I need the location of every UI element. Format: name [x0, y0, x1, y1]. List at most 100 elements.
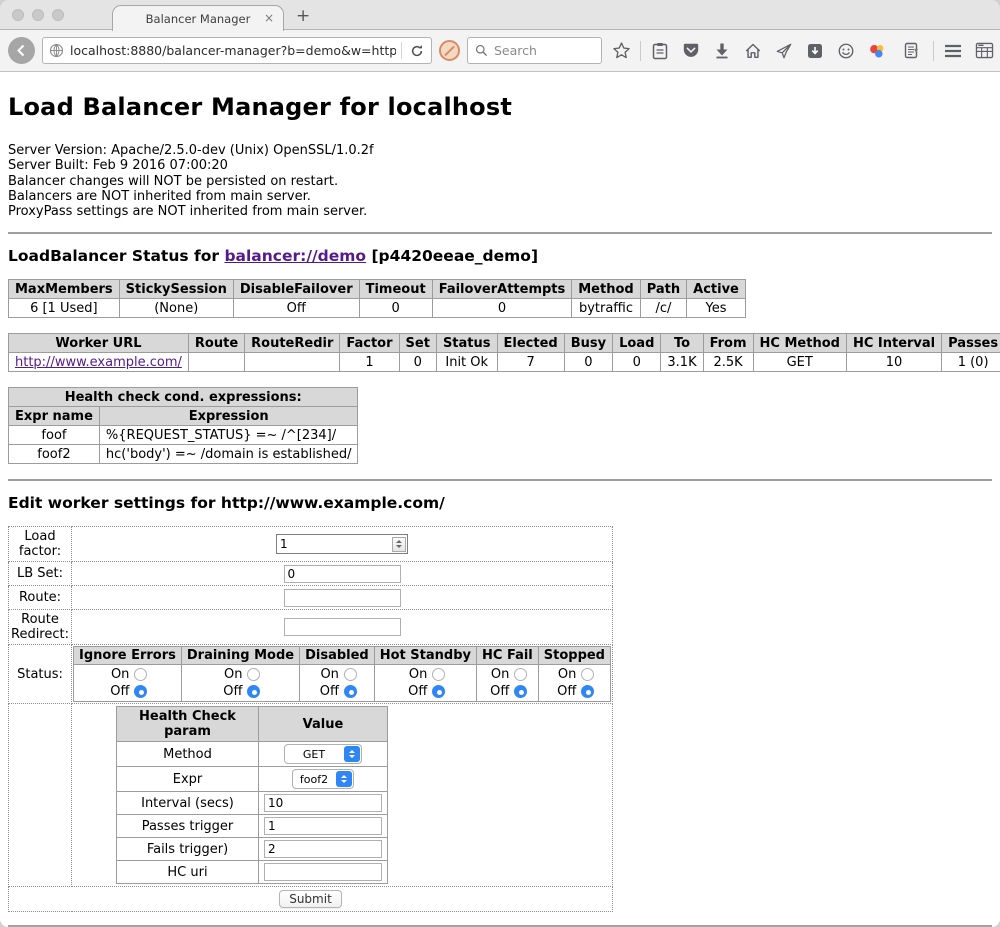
column-header: Active — [687, 280, 746, 299]
table-cell: 3.1K — [661, 353, 703, 372]
url-text: localhost:8880/balancer-manager?b=demo&w… — [70, 43, 396, 58]
heading-prefix: LoadBalancer Status for — [8, 247, 224, 265]
table-row: foof %{REQUEST_STATUS} =~ /^[234]/ — [9, 426, 358, 445]
table-cell: 2.5K — [703, 353, 753, 372]
radio-off-selected[interactable] — [247, 685, 260, 698]
radio-on[interactable] — [344, 668, 357, 681]
divider — [8, 479, 992, 481]
column-header: RouteRedir — [245, 334, 340, 353]
radio-on[interactable] — [514, 668, 527, 681]
radio-label: Off — [487, 683, 509, 700]
route-redirect-input[interactable] — [284, 618, 401, 636]
column-header: StickySession — [119, 280, 233, 299]
submit-button[interactable]: Submit — [279, 890, 342, 908]
hc-row: Interval (secs) — [117, 792, 388, 815]
url-bar[interactable]: localhost:8880/balancer-manager?b=demo&w… — [42, 37, 432, 64]
status-column-header: Draining Mode — [181, 647, 299, 665]
column-header: Elected — [497, 334, 564, 353]
radio-off-selected[interactable] — [432, 685, 445, 698]
radio-on[interactable] — [134, 668, 147, 681]
lb-set-input[interactable] — [284, 565, 401, 583]
downloads-icon[interactable] — [710, 39, 734, 63]
chat-smiley-icon[interactable] — [834, 39, 858, 63]
hc-row: Method GET — [117, 742, 388, 767]
hc-param-label: Interval (secs) — [117, 792, 259, 815]
bookmark-star-icon[interactable] — [609, 39, 633, 63]
hc-value-cell — [259, 792, 388, 815]
send-tab-icon[interactable] — [772, 39, 796, 63]
balancer-demo-link[interactable]: balancer://demo — [224, 247, 366, 265]
window-zoom-button[interactable] — [52, 9, 64, 21]
load-factor-input[interactable]: 1 — [276, 534, 408, 554]
search-bar[interactable] — [467, 37, 602, 64]
tab-close-icon[interactable]: × — [264, 11, 274, 25]
column-header: Load — [613, 334, 661, 353]
expression-cell: %{REQUEST_STATUS} =~ /^[234]/ — [99, 426, 358, 445]
reading-list-icon[interactable] — [648, 39, 672, 63]
number-spinner-icon[interactable] — [392, 537, 406, 552]
chevron-down-icon: ▾ — [914, 46, 918, 55]
home-icon[interactable] — [741, 39, 765, 63]
adblock-disabled-icon[interactable] — [439, 40, 460, 61]
onoff-line: Off — [544, 683, 605, 700]
table-cell — [188, 353, 244, 372]
expr-table-caption: Health check cond. expressions: — [9, 388, 358, 407]
radio-on[interactable] — [247, 668, 260, 681]
hc-row: Fails trigger) — [117, 838, 388, 861]
back-button[interactable] — [8, 37, 35, 64]
lb-set-label: LB Set: — [9, 562, 72, 586]
method-select[interactable]: GET — [284, 744, 362, 764]
passes-trigger-input[interactable] — [264, 817, 382, 835]
window-minimize-button[interactable] — [32, 9, 44, 21]
reload-icon[interactable] — [407, 39, 427, 63]
hc-param-label: Method — [117, 742, 259, 767]
column-header: Worker URL — [9, 334, 189, 353]
radio-label: Off — [220, 683, 242, 700]
radio-off-selected[interactable] — [344, 685, 357, 698]
server-built-line: Server Built: Feb 9 2016 07:00:20 — [8, 158, 992, 173]
browser-window: Balancer Manager × + localhost:8880/bala… — [0, 0, 1000, 927]
table-cell: 6 [1 Used] — [9, 299, 120, 318]
search-input[interactable] — [494, 43, 584, 58]
health-check-expressions-table: Health check cond. expressions: Expr nam… — [8, 387, 358, 464]
fails-trigger-input[interactable] — [264, 840, 382, 858]
menu-hamburger-icon[interactable] — [941, 39, 965, 63]
hc-param-label: Fails trigger) — [117, 838, 259, 861]
form-row: Load factor: 1 — [9, 527, 613, 562]
expr-select[interactable]: foof2 — [292, 769, 354, 789]
table-cell: Off — [233, 299, 359, 318]
expression-cell: hc('body') =~ /domain is established/ — [99, 445, 358, 464]
tiles-grid-icon[interactable] — [972, 39, 996, 63]
radio-off-selected[interactable] — [134, 685, 147, 698]
pocket-icon[interactable] — [679, 39, 703, 63]
window-close-button[interactable] — [12, 9, 24, 21]
radio-off-selected[interactable] — [581, 685, 594, 698]
table-cell: Yes — [687, 299, 746, 318]
radio-on[interactable] — [581, 668, 594, 681]
radio-label: Off — [107, 683, 129, 700]
status-radio-cell: OnOff — [181, 665, 299, 702]
colored-dots-extension-icon[interactable] — [865, 39, 889, 63]
hc-uri-input[interactable] — [264, 863, 382, 881]
interval-secs-input[interactable] — [264, 794, 382, 812]
onoff-line: Off — [305, 683, 369, 700]
onoff-line: On — [380, 666, 471, 683]
radio-off-selected[interactable] — [514, 685, 527, 698]
radio-on[interactable] — [432, 668, 445, 681]
server-version-line: Server Version: Apache/2.5.0-dev (Unix) … — [8, 143, 992, 158]
page-actions-icon[interactable]: ▾ — [896, 39, 926, 63]
hc-row: Passes trigger — [117, 815, 388, 838]
extension-download-icon[interactable] — [803, 39, 827, 63]
table-cell: 1 (0) — [942, 353, 1000, 372]
new-tab-button[interactable]: + — [296, 6, 310, 26]
table-cell: 0 — [432, 299, 572, 318]
status-column-header: Disabled — [300, 647, 375, 665]
worker-status-table: Worker URLRouteRouteRedirFactorSetStatus… — [8, 333, 1000, 372]
column-header: Timeout — [359, 280, 432, 299]
worker-url-link[interactable]: http://www.example.com/ — [15, 355, 182, 370]
hc-param-label: HC uri — [117, 861, 259, 884]
route-input[interactable] — [284, 589, 401, 607]
active-tab[interactable]: Balancer Manager × — [112, 5, 284, 31]
onoff-line: Off — [187, 683, 294, 700]
table-cell: 7 — [497, 353, 564, 372]
